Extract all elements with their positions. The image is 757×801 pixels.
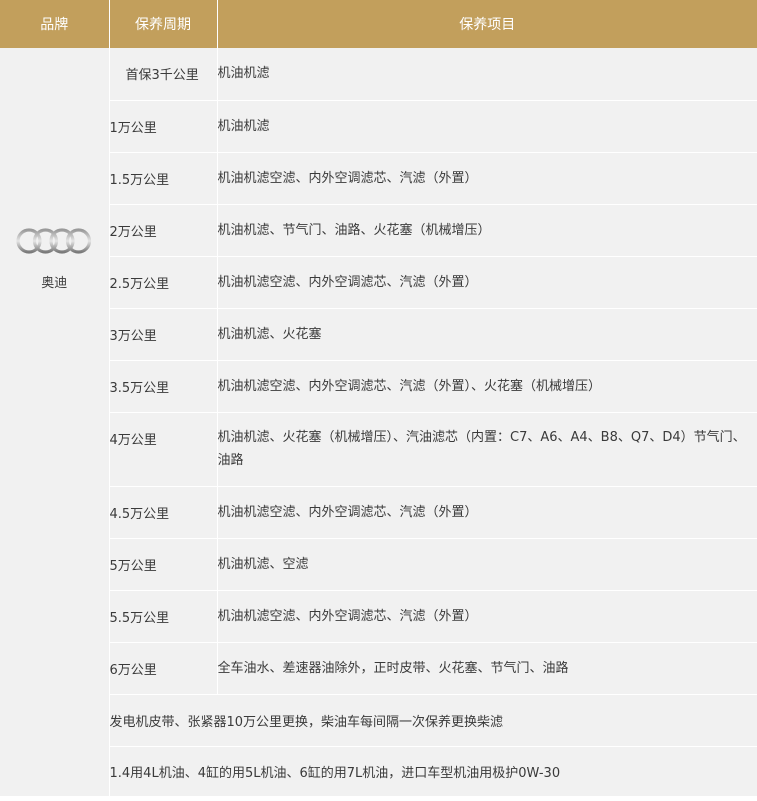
note-cell: 发电机皮带、张紧器10万公里更换，柴油车每间隔一次保养更换柴滤 [109, 694, 757, 747]
table-row: 2.5万公里 机油机滤空滤、内外空调滤芯、汽滤（外置） [0, 256, 757, 309]
brand-cell: 奥迪 [0, 48, 110, 797]
note-cell: 1.4用4L机油、4缸的用5L机油、6缸的用7L机油，进口车型机油用极护0W-3… [109, 746, 757, 797]
table-header-row: 品牌 保养周期 保养项目 [0, 0, 757, 48]
header-brand: 品牌 [0, 0, 110, 48]
period-cell: 5万公里 [109, 538, 218, 591]
table-row: 3.5万公里 机油机滤空滤、内外空调滤芯、汽滤（外置）、火花塞（机械增压） [0, 360, 757, 413]
items-cell: 机油机滤空滤、内外空调滤芯、汽滤（外置） [217, 486, 757, 539]
table-row: 奥迪 首保3千公里 机油机滤 [0, 48, 757, 797]
items-cell: 全车油水、差速器油除外，正时皮带、火花塞、节气门、油路 [217, 642, 757, 695]
maintenance-table: 品牌 保养周期 保养项目 奥迪 首保3千公里 机油机滤 1万公里 机油机滤 1.… [0, 0, 757, 797]
period-cell: 1.5万公里 [109, 152, 218, 205]
table-row: 2万公里 机油机滤、节气门、油路、火花塞（机械增压） [0, 204, 757, 257]
period-cell: 2.5万公里 [109, 256, 218, 309]
period-cell: 5.5万公里 [109, 590, 218, 643]
period-cell: 4万公里 [109, 412, 218, 487]
items-cell: 机油机滤空滤、内外空调滤芯、汽滤（外置）、火花塞（机械增压） [217, 360, 757, 413]
table-row: 1万公里 机油机滤 [0, 100, 757, 153]
brand-name: 奥迪 [41, 276, 68, 291]
items-cell: 机油机滤、火花塞（机械增压）、汽油滤芯（内置：C7、A6、A4、B8、Q7、D4… [217, 412, 757, 487]
table-row: 6万公里 全车油水、差速器油除外，正时皮带、火花塞、节气门、油路 [0, 642, 757, 695]
table-row: 5万公里 机油机滤、空滤 [0, 538, 757, 591]
table-row-note: 1.4用4L机油、4缸的用5L机油、6缸的用7L机油，进口车型机油用极护0W-3… [0, 746, 757, 797]
period-cell: 首保3千公里 [109, 48, 218, 101]
items-cell: 机油机滤 [217, 48, 757, 101]
period-cell: 3万公里 [109, 308, 218, 361]
table-row: 4.5万公里 机油机滤空滤、内外空调滤芯、汽滤（外置） [0, 486, 757, 539]
items-cell: 机油机滤空滤、内外空调滤芯、汽滤（外置） [217, 256, 757, 309]
header-items: 保养项目 [217, 0, 757, 48]
items-cell: 机油机滤、火花塞 [217, 308, 757, 361]
table-row: 3万公里 机油机滤、火花塞 [0, 308, 757, 361]
period-cell: 2万公里 [109, 204, 218, 257]
table-row: 1.5万公里 机油机滤空滤、内外空调滤芯、汽滤（外置） [0, 152, 757, 205]
items-cell: 机油机滤 [217, 100, 757, 153]
period-cell: 1万公里 [109, 100, 218, 153]
items-cell: 机油机滤、节气门、油路、火花塞（机械增压） [217, 204, 757, 257]
table-row: 5.5万公里 机油机滤空滤、内外空调滤芯、汽滤（外置） [0, 590, 757, 643]
period-cell: 3.5万公里 [109, 360, 218, 413]
items-cell: 机油机滤空滤、内外空调滤芯、汽滤（外置） [217, 152, 757, 205]
audi-rings-icon [16, 228, 92, 254]
header-period: 保养周期 [109, 0, 218, 48]
items-cell: 机油机滤空滤、内外空调滤芯、汽滤（外置） [217, 590, 757, 643]
table-row-note: 发电机皮带、张紧器10万公里更换，柴油车每间隔一次保养更换柴滤 [0, 694, 757, 747]
table-row: 4万公里 机油机滤、火花塞（机械增压）、汽油滤芯（内置：C7、A6、A4、B8、… [0, 412, 757, 487]
period-cell: 6万公里 [109, 642, 218, 695]
items-cell: 机油机滤、空滤 [217, 538, 757, 591]
period-cell: 4.5万公里 [109, 486, 218, 539]
